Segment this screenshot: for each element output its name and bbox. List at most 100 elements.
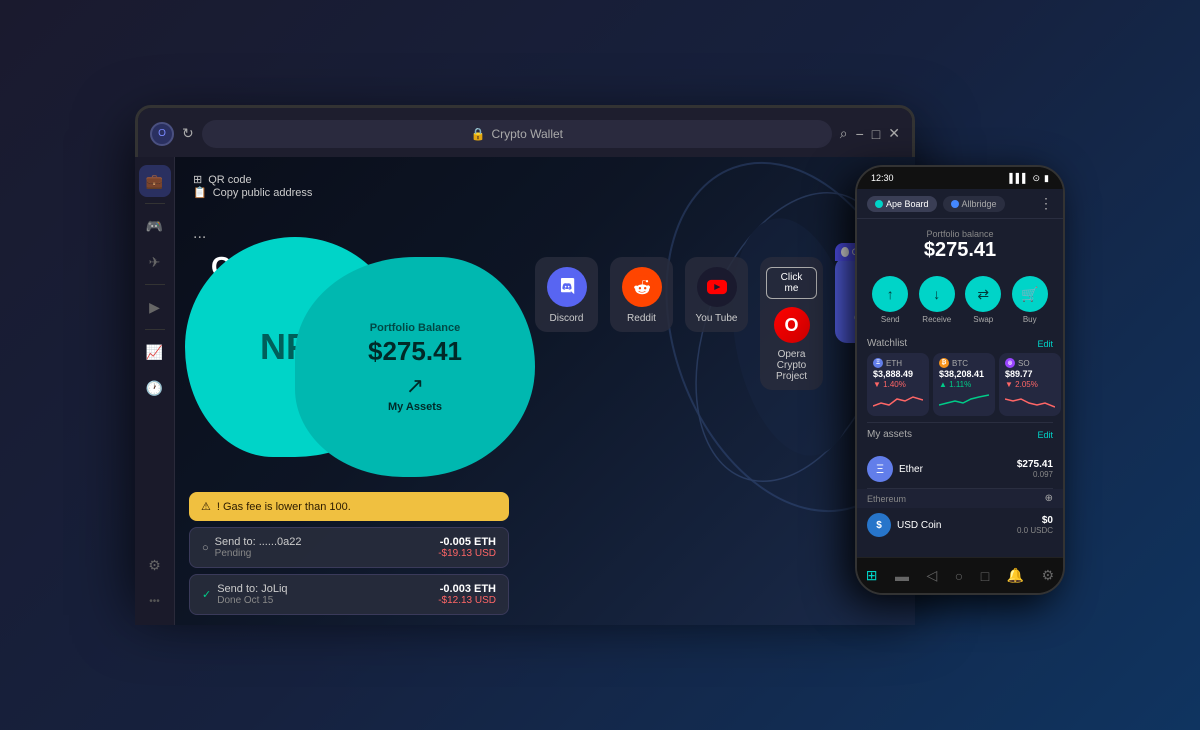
phone-nav-wallet[interactable]: ▬ [895,568,909,584]
sidebar-divider-3 [145,329,165,330]
watchlist-item-btc[interactable]: ₿ BTC $38,208.41 ▲ 1.11% [933,353,995,416]
my-assets-label: My Assets [388,401,442,413]
btc-price: $38,208.41 [939,369,989,379]
reload-icon[interactable]: ↻ [182,125,194,142]
watchlist-item-sol[interactable]: ◎ SO $89.77 ▼ 2.05% [999,353,1061,416]
allbridge-icon [951,200,959,208]
youtube-app-card[interactable]: You Tube [685,257,748,332]
sol-change: ▼ 2.05% [1005,380,1055,389]
sidebar-icon-chart[interactable]: 📈 [139,336,171,368]
phone-nav-home[interactable]: ⊞ [866,567,878,584]
assets-edit-button[interactable]: Edit [1037,430,1053,440]
ether-amount: 0.097 [1017,470,1053,479]
eth-watchlist-name: Ξ ETH [873,358,923,368]
sol-price: $89.77 [1005,369,1055,379]
minimize-icon[interactable]: − [856,126,864,142]
pending-tx-amounts: -0.005 ETH -$19.13 USD [438,536,496,559]
watchlist-item-eth[interactable]: Ξ ETH $3,888.49 ▼ 1.40% [867,353,929,416]
browser-toolbar: O ↻ 🔒 Crypto Wallet ⌕ − □ ✕ [138,108,912,160]
ether-asset-left: Ξ Ether [867,456,923,482]
phone-nav-square[interactable]: □ [981,568,989,584]
swap-label: Swap [973,315,993,324]
sidebar-icon-telegram[interactable]: ✈ [139,246,171,278]
phone-nav-bell[interactable]: 🔔 [1007,567,1024,584]
phone-portfolio-label: Portfolio balance [857,229,1063,239]
reddit-icon [622,267,662,307]
sidebar-more-icon[interactable]: ••• [139,585,171,595]
maximize-icon[interactable]: □ [872,126,880,142]
sidebar-divider-2 [145,284,165,285]
opera-crypto-label: Opera Crypto Project [766,349,817,382]
ether-asset-item: Ξ Ether $275.41 0.097 [857,450,1063,488]
sol-mini-icon: ◎ [1005,358,1015,368]
discord-app-card[interactable]: Discord [535,257,598,332]
sidebar-icon-video[interactable]: ▶ [139,291,171,323]
pending-tx-eth-amount: -0.005 ETH [438,536,496,548]
buy-button[interactable]: 🛒 [1012,276,1048,312]
phone-tab-allbridge[interactable]: Allbridge [943,196,1005,212]
notification-area: ⚠ ! Gas fee is lower than 100. ○ Send to… [189,492,509,595]
send-action: ↑ Send [872,276,908,324]
usd-coin-info: USD Coin [897,520,941,531]
sidebar-icon-wallet[interactable]: 💼 [139,165,171,197]
ethereum-network-section: Ethereum ⊕ [857,489,1063,508]
watchlist-section: Watchlist Edit Ξ ETH $3,888.49 [857,332,1063,422]
phone-app-header: Ape Board Allbridge ⋮ [857,189,1063,219]
battery-icon: ▮ [1044,173,1049,184]
opera-crypto-card[interactable]: Click me O Opera Crypto Project [760,257,823,390]
ethereum-section-icon: ⊕ [1045,493,1053,504]
pending-tx-usd-amount: -$19.13 USD [438,548,496,559]
portfolio-balance-value: $275.41 [368,336,462,367]
phone-nav-settings[interactable]: ⚙ [1042,567,1055,584]
usd-coin-amount: 0.0 USDC [1017,526,1053,535]
close-browser-icon[interactable]: ✕ [888,125,900,142]
receive-button[interactable]: ↓ [919,276,955,312]
browser-main-content: ⊞ QR code 📋 Copy public address ⚙ [175,157,915,595]
receive-label: Receive [922,315,951,324]
more-button[interactable]: ... [193,225,206,243]
send-button[interactable]: ↑ [872,276,908,312]
ether-asset-icon: Ξ [867,456,893,482]
done-tx-address: Send to: JoLiq [217,583,287,595]
phone-nav-bar: ⊞ ▬ ◁ ○ □ 🔔 ⚙ [857,557,1063,593]
sidebar-icon-clock[interactable]: 🕐 [139,372,171,404]
done-tx-amounts: -0.003 ETH -$12.13 USD [438,583,496,595]
my-assets-title: My assets [867,429,912,440]
phone-more-menu[interactable]: ⋮ [1039,195,1053,212]
address-bar[interactable]: 🔒 Crypto Wallet [202,120,832,148]
discord-app-label: Discord [550,313,584,324]
done-tx-info: Send to: JoLiq Done Oct 15 [217,583,287,595]
click-me-button[interactable]: Click me [766,267,817,299]
opera-crypto-icon: O [774,307,810,343]
watchlist-edit-button[interactable]: Edit [1037,339,1053,349]
apeboard-icon [875,200,883,208]
tx-pending-icon: ○ [202,542,209,554]
qr-icon: ⊞ [193,173,202,186]
sol-watchlist-name: ◎ SO [1005,358,1055,368]
receive-action: ↓ Receive [919,276,955,324]
ether-asset-info: Ether [899,464,923,475]
usd-coin-value: $0 [1017,515,1053,526]
swap-action: ⇄ Swap [965,276,1001,324]
portfolio-bubble[interactable]: Portfolio Balance $275.41 ↗ My Assets [295,257,535,477]
eth-price: $3,888.49 [873,369,923,379]
swap-button[interactable]: ⇄ [965,276,1001,312]
sidebar-icon-discord[interactable]: 🎮 [139,210,171,242]
qr-code-menu-item[interactable]: ⊞ QR code [193,173,312,186]
sidebar-icon-settings[interactable]: ⚙ [139,549,171,581]
phone-tab-apeboard[interactable]: Ape Board [867,196,937,212]
search-browser-icon[interactable]: ⌕ [840,125,848,142]
phone-nav-back[interactable]: ◁ [926,567,937,584]
btc-chart [939,391,989,411]
eth-mini-icon: Ξ [873,358,883,368]
phone-nav-circle[interactable]: ○ [955,568,963,584]
youtube-icon [697,267,737,307]
laptop-screen: O ↻ 🔒 Crypto Wallet ⌕ − □ ✕ [135,105,915,595]
reddit-app-card[interactable]: Reddit [610,257,673,332]
copy-address-menu-item[interactable]: 📋 Copy public address [193,186,312,199]
phone-device: 12:30 ▌▌▌ ⊙ ▮ Ape Board [855,165,1065,595]
address-text: Crypto Wallet [491,127,563,141]
watchlist-title: Watchlist [867,338,907,349]
laptop-device: O ↻ 🔒 Crypto Wallet ⌕ − □ ✕ [135,105,915,625]
phone-portfolio-value: $275.41 [857,239,1063,262]
